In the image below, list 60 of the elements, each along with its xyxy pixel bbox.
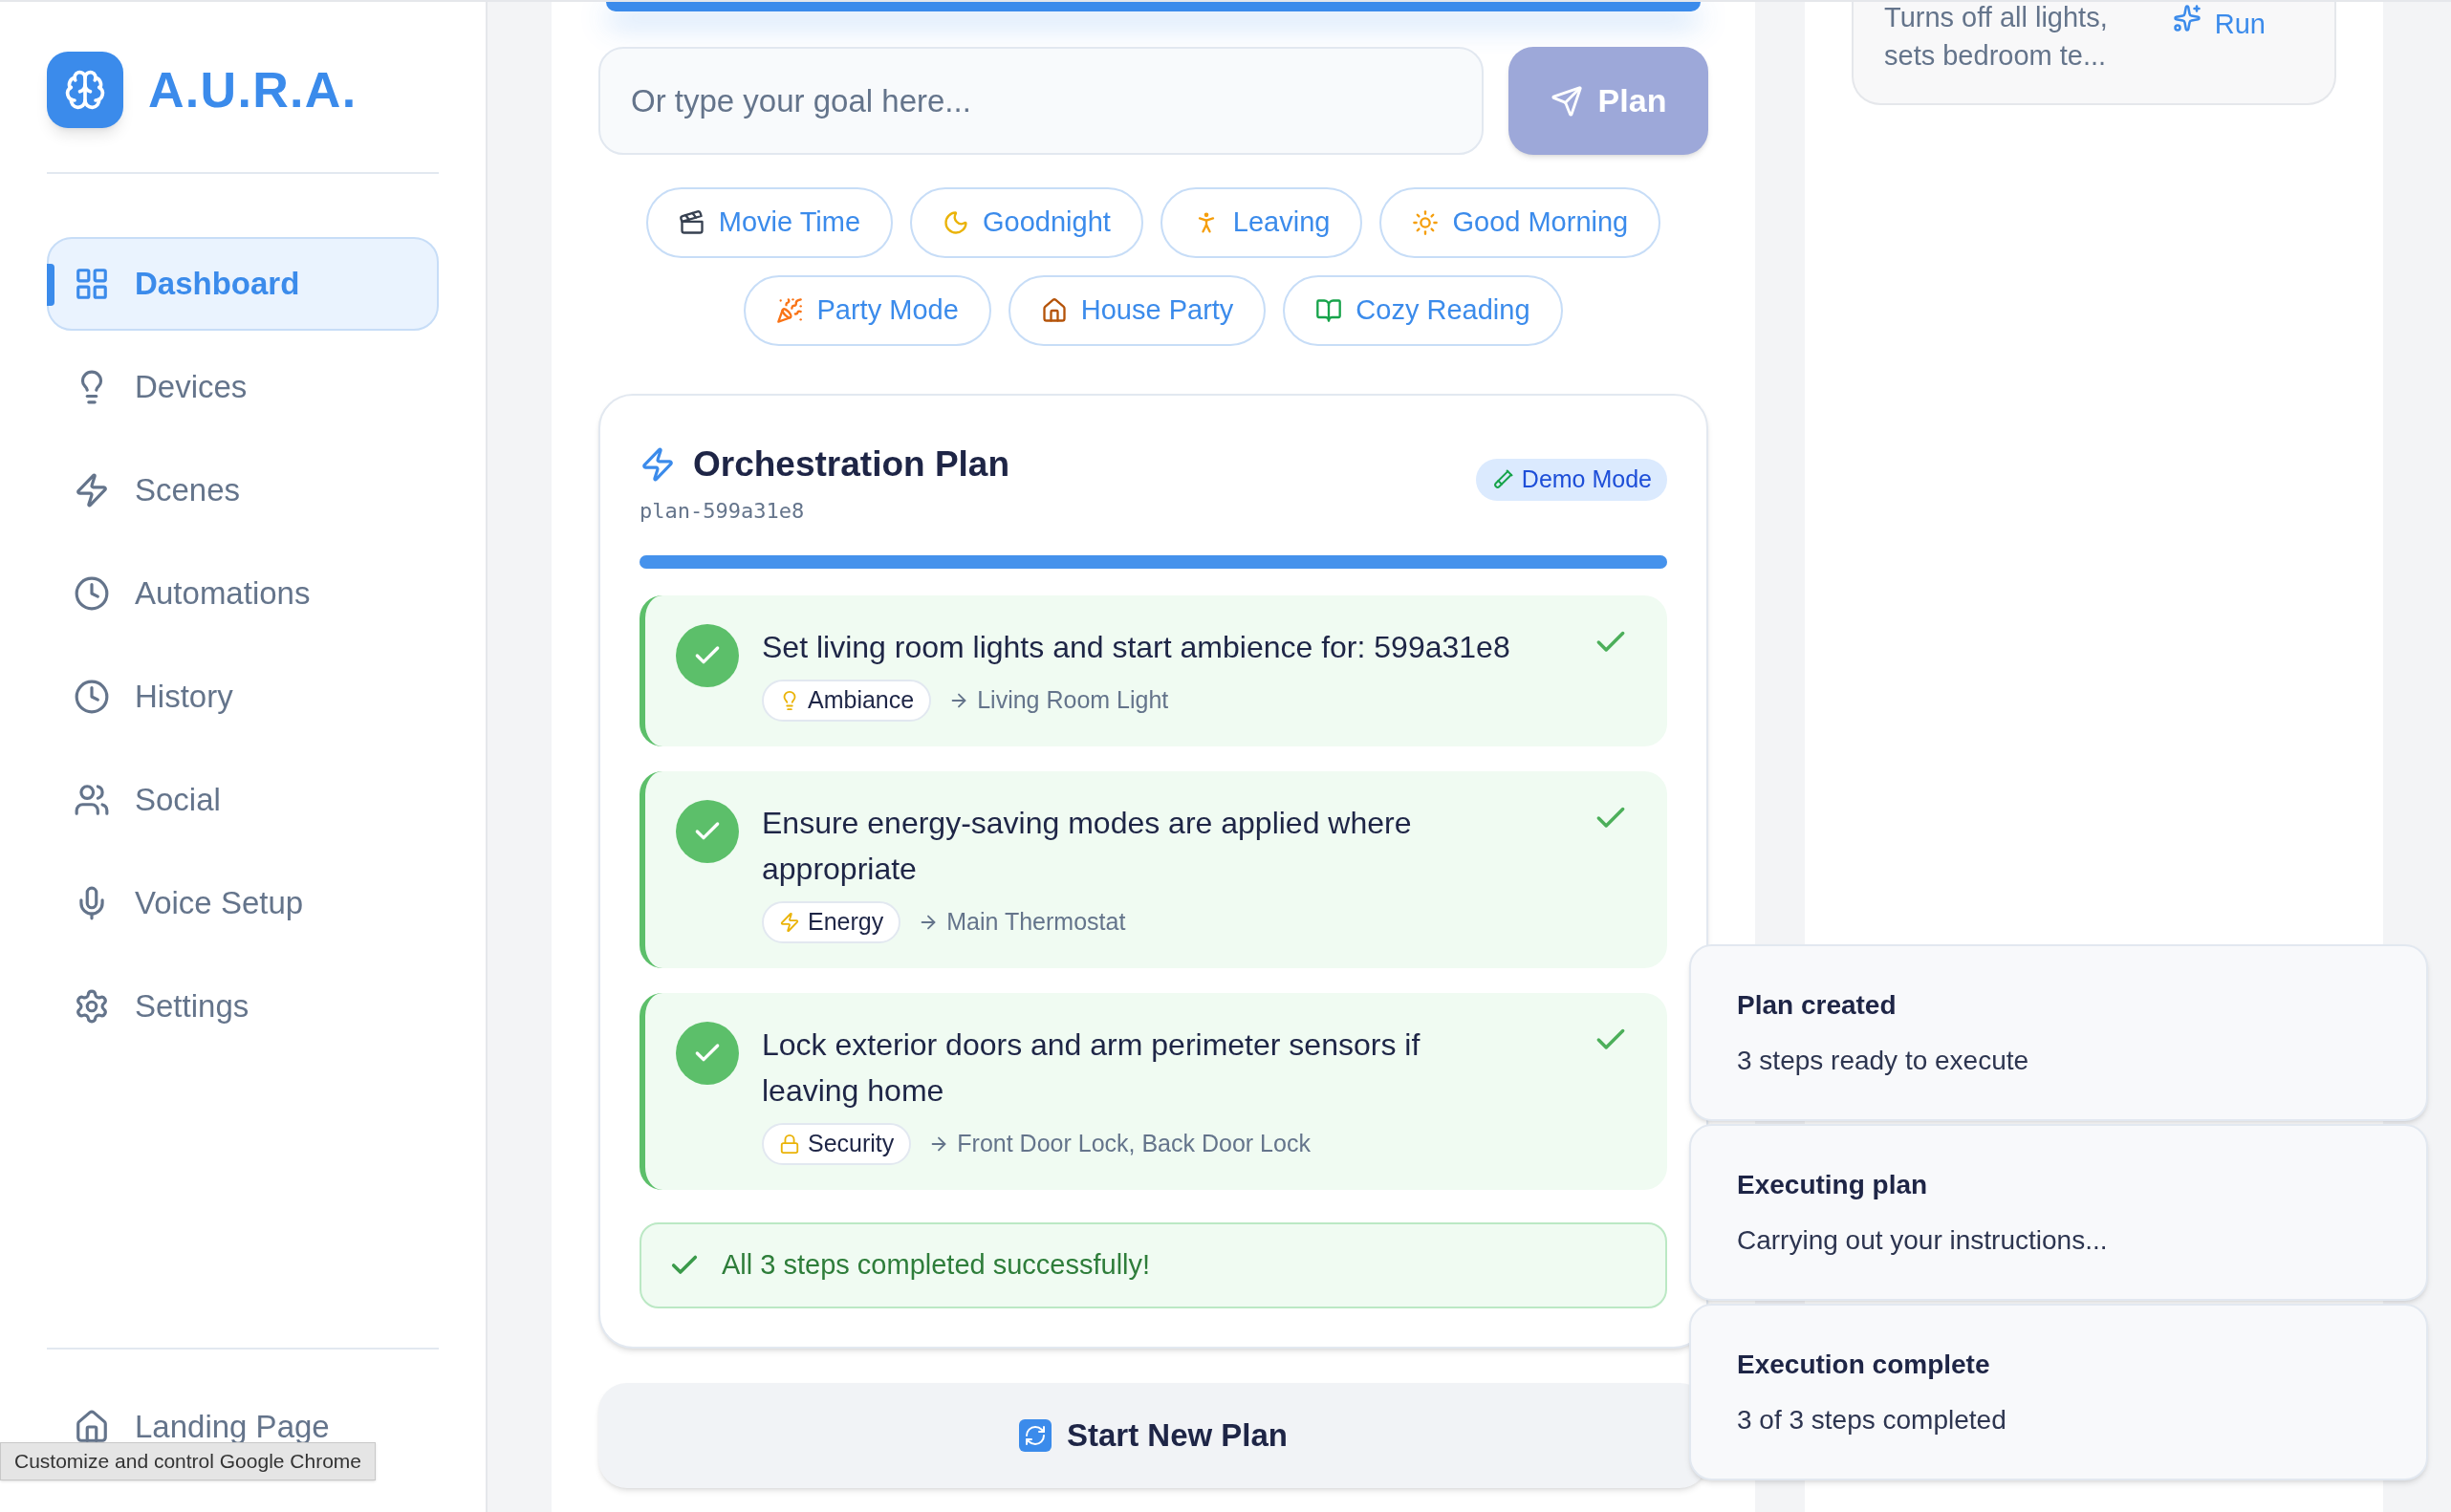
plan-title: Orchestration Plan (693, 443, 1010, 486)
toast-message: 3 of 3 steps completed (1737, 1403, 2007, 1436)
run-button[interactable]: Run (2172, 2, 2304, 40)
quick-goal-chip[interactable]: Movie Time (645, 187, 894, 258)
category-tag: Security (762, 1122, 912, 1165)
quick-goal-chip[interactable]: House Party (1008, 275, 1267, 346)
plan-id: plan-599a31e8 (640, 497, 806, 525)
quick-goal-chip[interactable]: Party Mode (744, 275, 991, 346)
nav-item[interactable]: Devices (47, 340, 439, 434)
active-indicator (47, 264, 54, 306)
step-target: Front Door Lock, Back Door Lock (957, 1128, 1311, 1158)
scene-description: Turns off all lights, sets bedroom te... (1884, 2, 2109, 73)
app-logo: A.U.R.A. (148, 61, 358, 119)
sparkle-icon (2172, 4, 2202, 32)
quick-goal-chip[interactable]: Goodnight (910, 187, 1143, 258)
house-icon (74, 1409, 110, 1445)
lightning-icon (640, 445, 676, 483)
lightning-icon (779, 911, 800, 933)
toast-title: Plan created (1737, 988, 1898, 1022)
brain-logo-icon (47, 52, 123, 128)
step-title: Ensure energy-saving modes are applied where appropriate (762, 804, 1413, 888)
dashboard-icon (74, 266, 110, 302)
category-tag: Energy (762, 900, 901, 943)
quick-goal-chip[interactable]: Cozy Reading (1283, 275, 1563, 346)
clapperboard-icon (678, 209, 705, 236)
toast-message: 3 steps ready to execute (1737, 1044, 2030, 1077)
nav-item[interactable]: Dashboard (47, 237, 439, 331)
settings-icon (74, 988, 110, 1025)
toast-title: Executing plan (1737, 1168, 1929, 1201)
step-target: Living Room Light (977, 684, 1169, 715)
quick-goal-chip[interactable]: Good Morning (1379, 187, 1661, 258)
book-icon (1315, 297, 1343, 324)
quick-goal-chip[interactable]: Leaving (1160, 187, 1363, 258)
nav-item[interactable]: Settings (47, 960, 439, 1053)
tooltip: Customize and control Google Chrome (0, 1442, 376, 1480)
refresh-icon (1018, 1418, 1052, 1452)
moon-icon (943, 209, 970, 236)
toast-title: Execution complete (1737, 1348, 1991, 1381)
step-target: Main Thermostat (946, 906, 1126, 937)
lightning-icon (74, 472, 110, 508)
clock-icon (74, 575, 110, 612)
clock-icon (74, 679, 110, 715)
toast-message: Carrying out your instructions... (1737, 1223, 2109, 1257)
house-icon (1040, 297, 1068, 324)
step-title: Set living room lights and start ambience for: 599a31e8 (762, 628, 1511, 666)
lock-icon (779, 1133, 800, 1155)
users-icon (74, 782, 110, 818)
step-title: Lock exterior doors and arm perimeter sensors if leaving home (762, 1026, 1421, 1110)
nav-item[interactable]: Social (47, 753, 439, 847)
goal-input-field[interactable]: Or type your goal here... (598, 47, 1484, 155)
sun-icon (1412, 209, 1440, 236)
demo-mode-badge: Demo Mode (1475, 459, 1667, 501)
party-popper-icon (776, 297, 804, 324)
nav-item[interactable]: Automations (47, 547, 439, 640)
nav-item[interactable]: History (47, 650, 439, 744)
nav-item[interactable]: Scenes (47, 443, 439, 537)
nav-item[interactable]: Voice Setup (47, 856, 439, 950)
success-message: All 3 steps completed successfully! (722, 1247, 1151, 1282)
send-icon (1550, 84, 1583, 118)
category-tag: Ambiance (762, 679, 932, 722)
